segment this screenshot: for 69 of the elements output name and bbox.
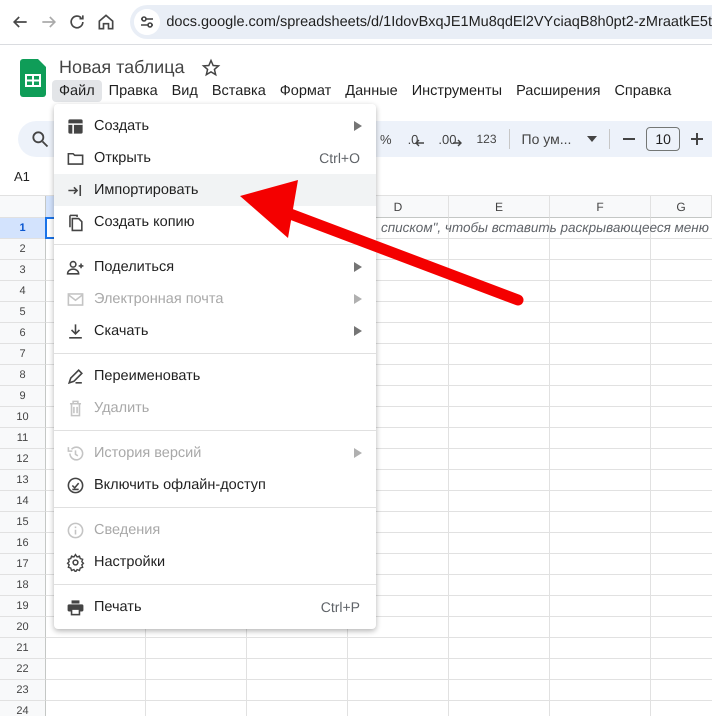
row-header[interactable]: 14 — [0, 491, 46, 512]
menu-item[interactable]: Включить офлайн-доступ — [54, 469, 376, 501]
star-icon[interactable] — [200, 58, 221, 78]
row-header[interactable]: 15 — [0, 512, 46, 533]
spreadsheet-logo-icon[interactable] — [20, 59, 46, 97]
row-header[interactable]: 13 — [0, 470, 46, 491]
menu-bar-item[interactable]: Правка — [102, 80, 165, 102]
copy-icon — [66, 212, 85, 232]
info-icon — [66, 520, 85, 540]
row-header[interactable]: 20 — [0, 617, 46, 638]
row-header[interactable]: 4 — [0, 281, 46, 302]
document-title[interactable]: Новая таблица — [59, 57, 185, 78]
row-header[interactable]: 23 — [0, 680, 46, 701]
menu-item[interactable]: Импортировать — [54, 174, 376, 206]
table-plus-icon — [66, 116, 85, 136]
search-icon[interactable] — [30, 129, 50, 149]
menu-bar-item[interactable]: Расширения — [509, 80, 608, 102]
circle-check-icon — [66, 476, 85, 494]
menu-item[interactable]: Печать Ctrl+P — [54, 591, 376, 623]
plus-icon[interactable] — [690, 132, 704, 146]
row-header[interactable]: 16 — [0, 533, 46, 554]
font-size-field[interactable]: 10 — [646, 127, 680, 151]
caret-icon[interactable] — [587, 136, 598, 142]
increase-decimal-button[interactable]: .00 — [438, 132, 462, 146]
menu-bar-item[interactable]: Инструменты — [404, 80, 510, 102]
row-header[interactable]: 9 — [0, 386, 46, 407]
address-bar[interactable]: docs.google.com/spreadsheets/d/1IdovBxqJE1Mu8qdEl2VYciaqB8h0pt2-zMraatkE5t — [130, 5, 712, 39]
menu-item[interactable]: Создать — [54, 110, 376, 142]
printer-icon — [66, 598, 85, 616]
number-format-button[interactable]: 123 — [476, 132, 497, 146]
menu-bar-item[interactable]: Данные — [338, 80, 405, 102]
menu-bar-item[interactable]: Формат — [272, 80, 338, 102]
row-header[interactable]: 24 — [0, 701, 46, 716]
column-header[interactable]: E — [449, 196, 550, 218]
row-header[interactable]: 21 — [0, 638, 46, 659]
row-header[interactable]: 6 — [0, 323, 46, 344]
menu-item[interactable]: Настройки — [54, 546, 376, 578]
row-header[interactable]: 1 — [0, 218, 46, 239]
menu-bar-item[interactable]: Справка — [607, 80, 678, 102]
row-header[interactable]: 22 — [0, 659, 46, 680]
download-icon — [66, 322, 85, 340]
menu-item[interactable]: Поделиться — [54, 251, 376, 283]
menu-bar-item[interactable]: Файл — [52, 80, 102, 102]
name-box[interactable]: A1 — [14, 168, 30, 184]
column-header[interactable]: F — [550, 196, 651, 218]
menu-item[interactable]: Переименовать — [54, 360, 376, 392]
column-header[interactable]: G — [651, 196, 712, 218]
row-header[interactable]: 17 — [0, 554, 46, 575]
row-header[interactable]: 12 — [0, 449, 46, 470]
pencil-icon — [66, 366, 85, 386]
row-header[interactable]: 18 — [0, 575, 46, 596]
row-header[interactable]: 11 — [0, 428, 46, 449]
menu-item[interactable]: Скачать — [54, 315, 376, 347]
row-header[interactable]: 3 — [0, 260, 46, 281]
row-header[interactable]: 5 — [0, 302, 46, 323]
font-dropdown[interactable]: По ум... — [522, 131, 572, 147]
row-header[interactable]: 10 — [0, 407, 46, 428]
row-header[interactable]: 8 — [0, 365, 46, 386]
settings-icon — [66, 552, 85, 572]
percent-button[interactable]: % — [380, 132, 392, 146]
history-icon — [66, 444, 85, 462]
row-header[interactable]: 19 — [0, 596, 46, 617]
menu-bar-item[interactable]: Вид — [164, 80, 205, 102]
row-header[interactable]: 2 — [0, 239, 46, 260]
row-header[interactable]: 7 — [0, 344, 46, 365]
home-icon[interactable] — [96, 12, 116, 32]
cell-text: списком", чтобы вставить раскрывающееся меню — [381, 220, 709, 235]
menu-bar-item[interactable]: Вставка — [204, 80, 273, 102]
menu-item[interactable]: Открыть Ctrl+O — [54, 142, 376, 174]
